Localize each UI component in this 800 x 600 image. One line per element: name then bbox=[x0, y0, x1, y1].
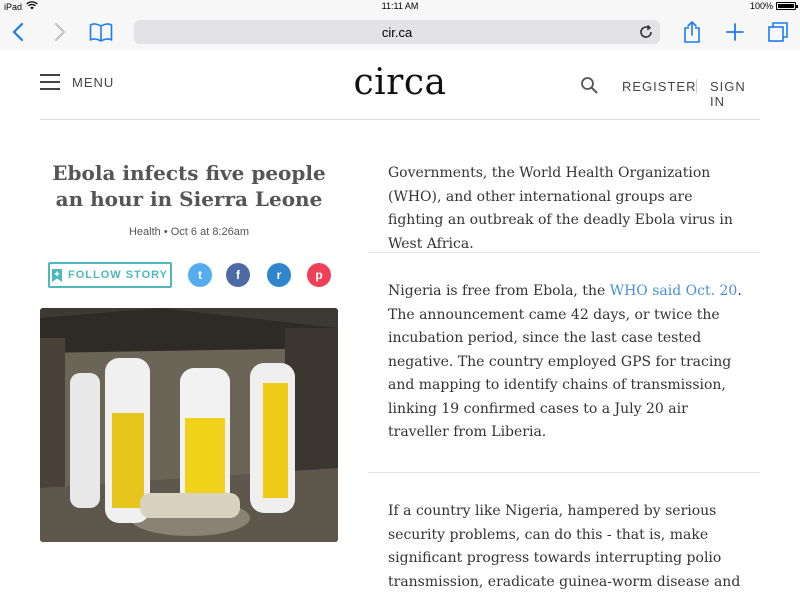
point-separator bbox=[368, 472, 760, 473]
who-said-link[interactable]: WHO said Oct. 20 bbox=[610, 283, 738, 299]
register-link[interactable]: REGISTER bbox=[622, 79, 696, 94]
forward-button[interactable] bbox=[46, 18, 74, 46]
follow-story-button[interactable]: FOLLOW STORY bbox=[48, 262, 172, 288]
back-button[interactable] bbox=[4, 18, 32, 46]
twitter-share-button[interactable]: t bbox=[188, 263, 212, 287]
browser-toolbar: cir.ca bbox=[0, 14, 800, 50]
url-text: cir.ca bbox=[381, 24, 413, 40]
chevron-right-icon bbox=[54, 22, 66, 42]
reddit-share-button[interactable]: r bbox=[267, 263, 291, 287]
twitter-icon: t bbox=[198, 268, 202, 282]
tabs-button[interactable] bbox=[764, 18, 792, 46]
point-separator bbox=[368, 252, 760, 253]
bookmark-plus-icon bbox=[52, 268, 62, 282]
address-bar[interactable]: cir.ca bbox=[134, 20, 660, 44]
new-tab-button[interactable] bbox=[721, 18, 749, 46]
sign-in-link[interactable]: SIGN IN bbox=[710, 79, 760, 109]
story-point-1: Governments, the World Health Organizati… bbox=[388, 165, 733, 252]
story-title: Ebola infects five people an hour in Sie… bbox=[52, 161, 326, 211]
battery-icon bbox=[776, 2, 798, 10]
chevron-left-icon bbox=[12, 22, 24, 42]
story-point-2: Nigeria is free from Ebola, the WHO said… bbox=[388, 283, 742, 440]
bookmarks-button[interactable] bbox=[87, 18, 115, 46]
status-bar: iPad 11:11 AM 100% bbox=[0, 0, 800, 14]
book-icon bbox=[89, 23, 113, 42]
follow-label: FOLLOW STORY bbox=[68, 269, 168, 281]
pocket-share-button[interactable]: p bbox=[307, 263, 331, 287]
pocket-icon: p bbox=[315, 268, 323, 282]
clock: 11:11 AM bbox=[381, 1, 419, 11]
plus-icon bbox=[726, 23, 744, 41]
story-photo bbox=[40, 308, 338, 542]
story-point-3: If a country like Nigeria, hampered by s… bbox=[388, 503, 741, 590]
story-meta: Health • Oct 6 at 8:26am bbox=[128, 226, 250, 238]
reddit-icon: r bbox=[276, 268, 282, 282]
facebook-icon: f bbox=[236, 268, 240, 282]
reload-icon[interactable] bbox=[638, 24, 654, 40]
site-header: MENU circa REGISTER SIGN IN bbox=[40, 50, 760, 120]
facebook-share-button[interactable]: f bbox=[226, 263, 250, 287]
search-icon[interactable] bbox=[580, 76, 598, 94]
tabs-icon bbox=[768, 22, 788, 42]
battery-percent: 100% bbox=[749, 1, 773, 11]
share-icon bbox=[684, 21, 700, 43]
share-button[interactable] bbox=[678, 18, 706, 46]
header-divider bbox=[696, 79, 697, 93]
